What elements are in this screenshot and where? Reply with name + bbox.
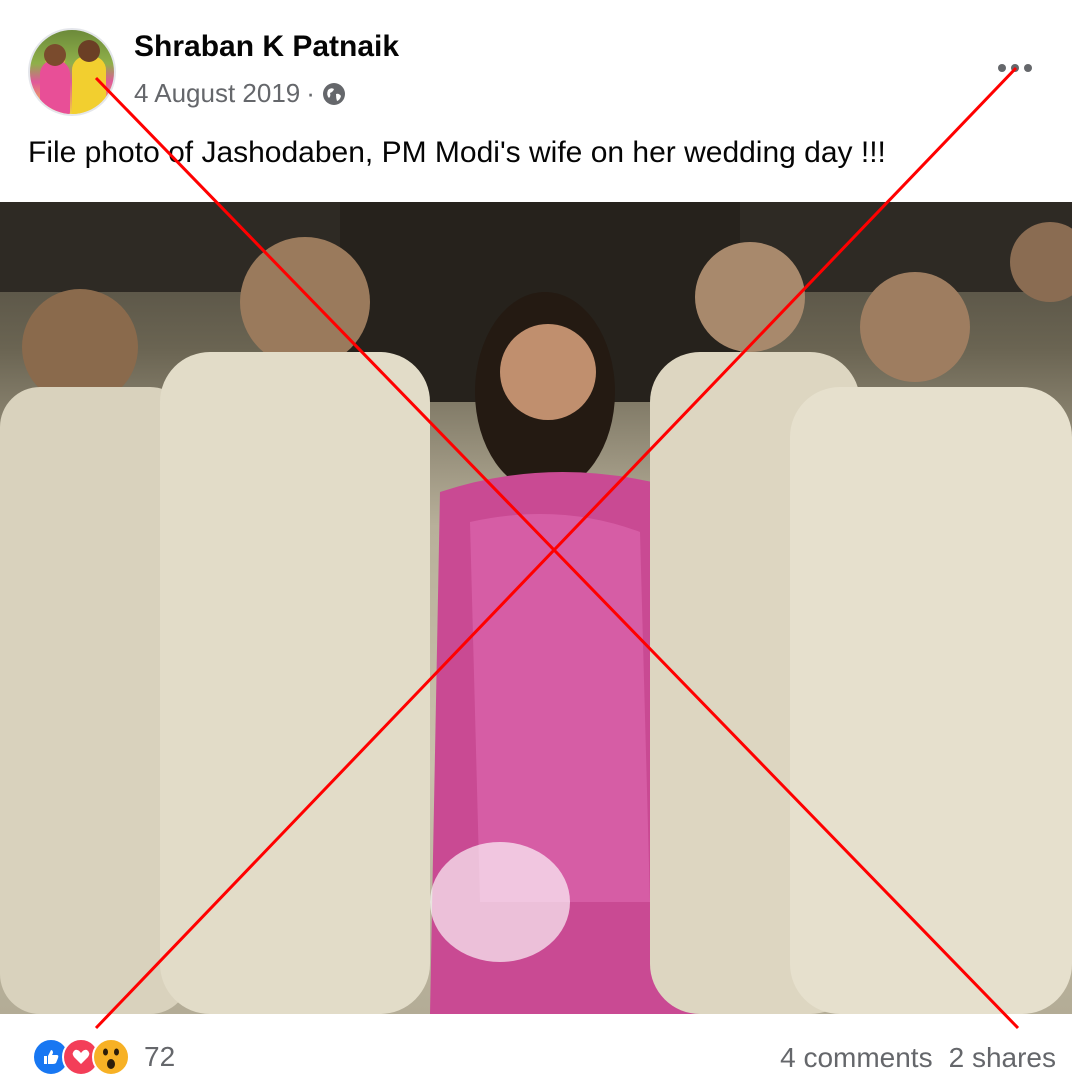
photo-person-2-head <box>240 237 370 367</box>
post-footer: 72 4 comments 2 shares <box>0 1016 1080 1080</box>
author-avatar[interactable] <box>28 28 116 116</box>
avatar-person-right <box>72 56 106 114</box>
post-photo[interactable] <box>0 202 1072 1014</box>
dot <box>998 64 1006 72</box>
post-date[interactable]: 4 August 2019 <box>134 78 300 109</box>
photo-bride-face <box>500 324 596 420</box>
photo-person-5-head <box>860 272 970 382</box>
shares-count-link[interactable]: 2 shares <box>949 1042 1056 1074</box>
photo-flash-glare <box>430 842 570 962</box>
post-header: Shraban K Patnaik 4 August 2019 · File p… <box>0 0 1080 200</box>
reaction-summary[interactable]: 72 <box>32 1038 175 1076</box>
globe-icon[interactable] <box>321 81 347 107</box>
dot <box>1011 64 1019 72</box>
reaction-count[interactable]: 72 <box>144 1041 175 1073</box>
facebook-post: Shraban K Patnaik 4 August 2019 · File p… <box>0 0 1080 1080</box>
comments-count-link[interactable]: 4 comments <box>780 1042 933 1074</box>
photo-person-5-body <box>790 387 1072 1014</box>
meta-separator: · <box>306 78 315 108</box>
post-stats: 4 comments 2 shares <box>780 1042 1056 1074</box>
more-options-icon[interactable] <box>990 50 1040 86</box>
avatar-person-left <box>40 60 70 114</box>
wow-icon <box>92 1038 130 1076</box>
dot <box>1024 64 1032 72</box>
post-caption: File photo of Jashodaben, PM Modi's wife… <box>28 136 886 169</box>
photo-illustration <box>0 202 1072 1014</box>
post-meta: 4 August 2019 · <box>134 78 347 109</box>
photo-person-4-head <box>695 242 805 352</box>
photo-person-2-body <box>160 352 430 1014</box>
author-name[interactable]: Shraban K Patnaik <box>134 30 399 64</box>
avatar-head-right <box>78 40 100 62</box>
avatar-head-left <box>44 44 66 66</box>
